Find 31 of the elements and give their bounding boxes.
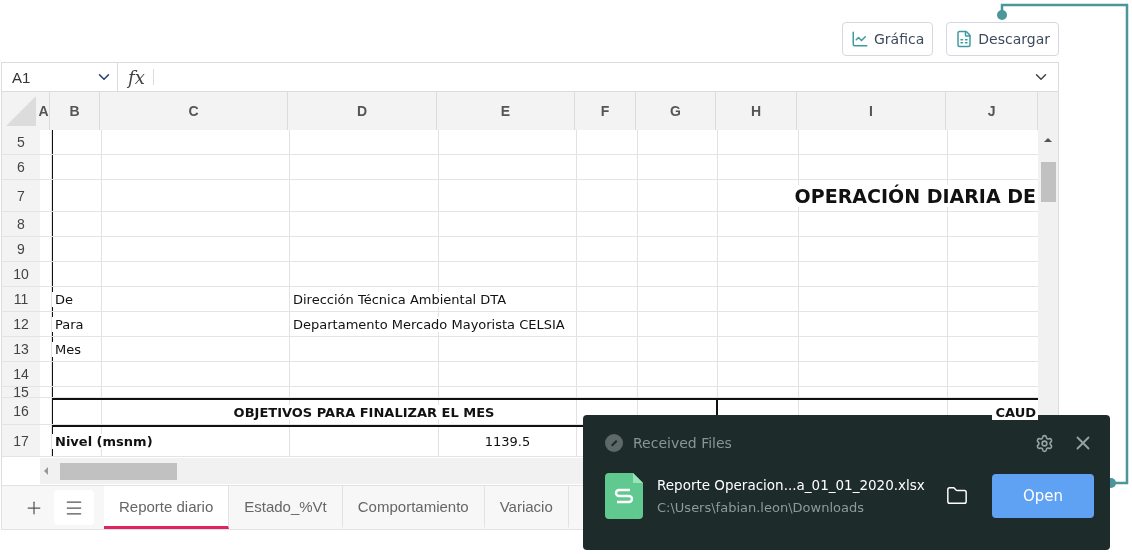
sheet-list-button[interactable] (54, 490, 94, 525)
row-header[interactable]: 11 (2, 287, 40, 311)
row-header[interactable]: 13 (2, 337, 40, 361)
row-header[interactable]: 16 (2, 398, 40, 424)
row-header[interactable]: 17 (2, 425, 40, 456)
cell-text: Mes (52, 341, 84, 357)
sheet-tab[interactable]: Estado_%Vt (229, 486, 343, 529)
folder-button[interactable] (946, 485, 968, 507)
row-header[interactable]: 9 (2, 237, 40, 261)
download-button[interactable]: Descargar (946, 22, 1059, 56)
settings-button[interactable] (1035, 433, 1054, 453)
chart-button[interactable]: Gráfica (842, 22, 934, 56)
row-header[interactable]: 14 (2, 362, 40, 386)
sheet-tab[interactable]: Reporte diario (104, 486, 230, 529)
row-header[interactable]: 15 (2, 387, 40, 397)
file-name: Reporte Operacion...a_01_01_2020.xlsx (657, 477, 926, 493)
sheet-tab[interactable]: Comportamiento (342, 486, 485, 529)
row-header[interactable]: 6 (2, 155, 40, 179)
spreadsheet-file-icon (955, 30, 974, 48)
file-path: C:\Users\fabian.leon\Downloads (657, 500, 865, 515)
cell-text: De (52, 291, 76, 307)
disc-icon (605, 434, 623, 452)
row-header[interactable]: 10 (2, 262, 40, 286)
line-chart-icon (851, 30, 869, 48)
row-header[interactable]: 12 (2, 312, 40, 336)
notification-title: Received Files (633, 435, 733, 451)
sheet-tab[interactable]: Variacio (484, 486, 569, 529)
row-header[interactable]: 5 (2, 130, 40, 154)
row-header[interactable]: 7 (2, 180, 40, 211)
spreadsheet-file-icon (605, 473, 643, 519)
row-header[interactable]: 8 (2, 212, 40, 236)
